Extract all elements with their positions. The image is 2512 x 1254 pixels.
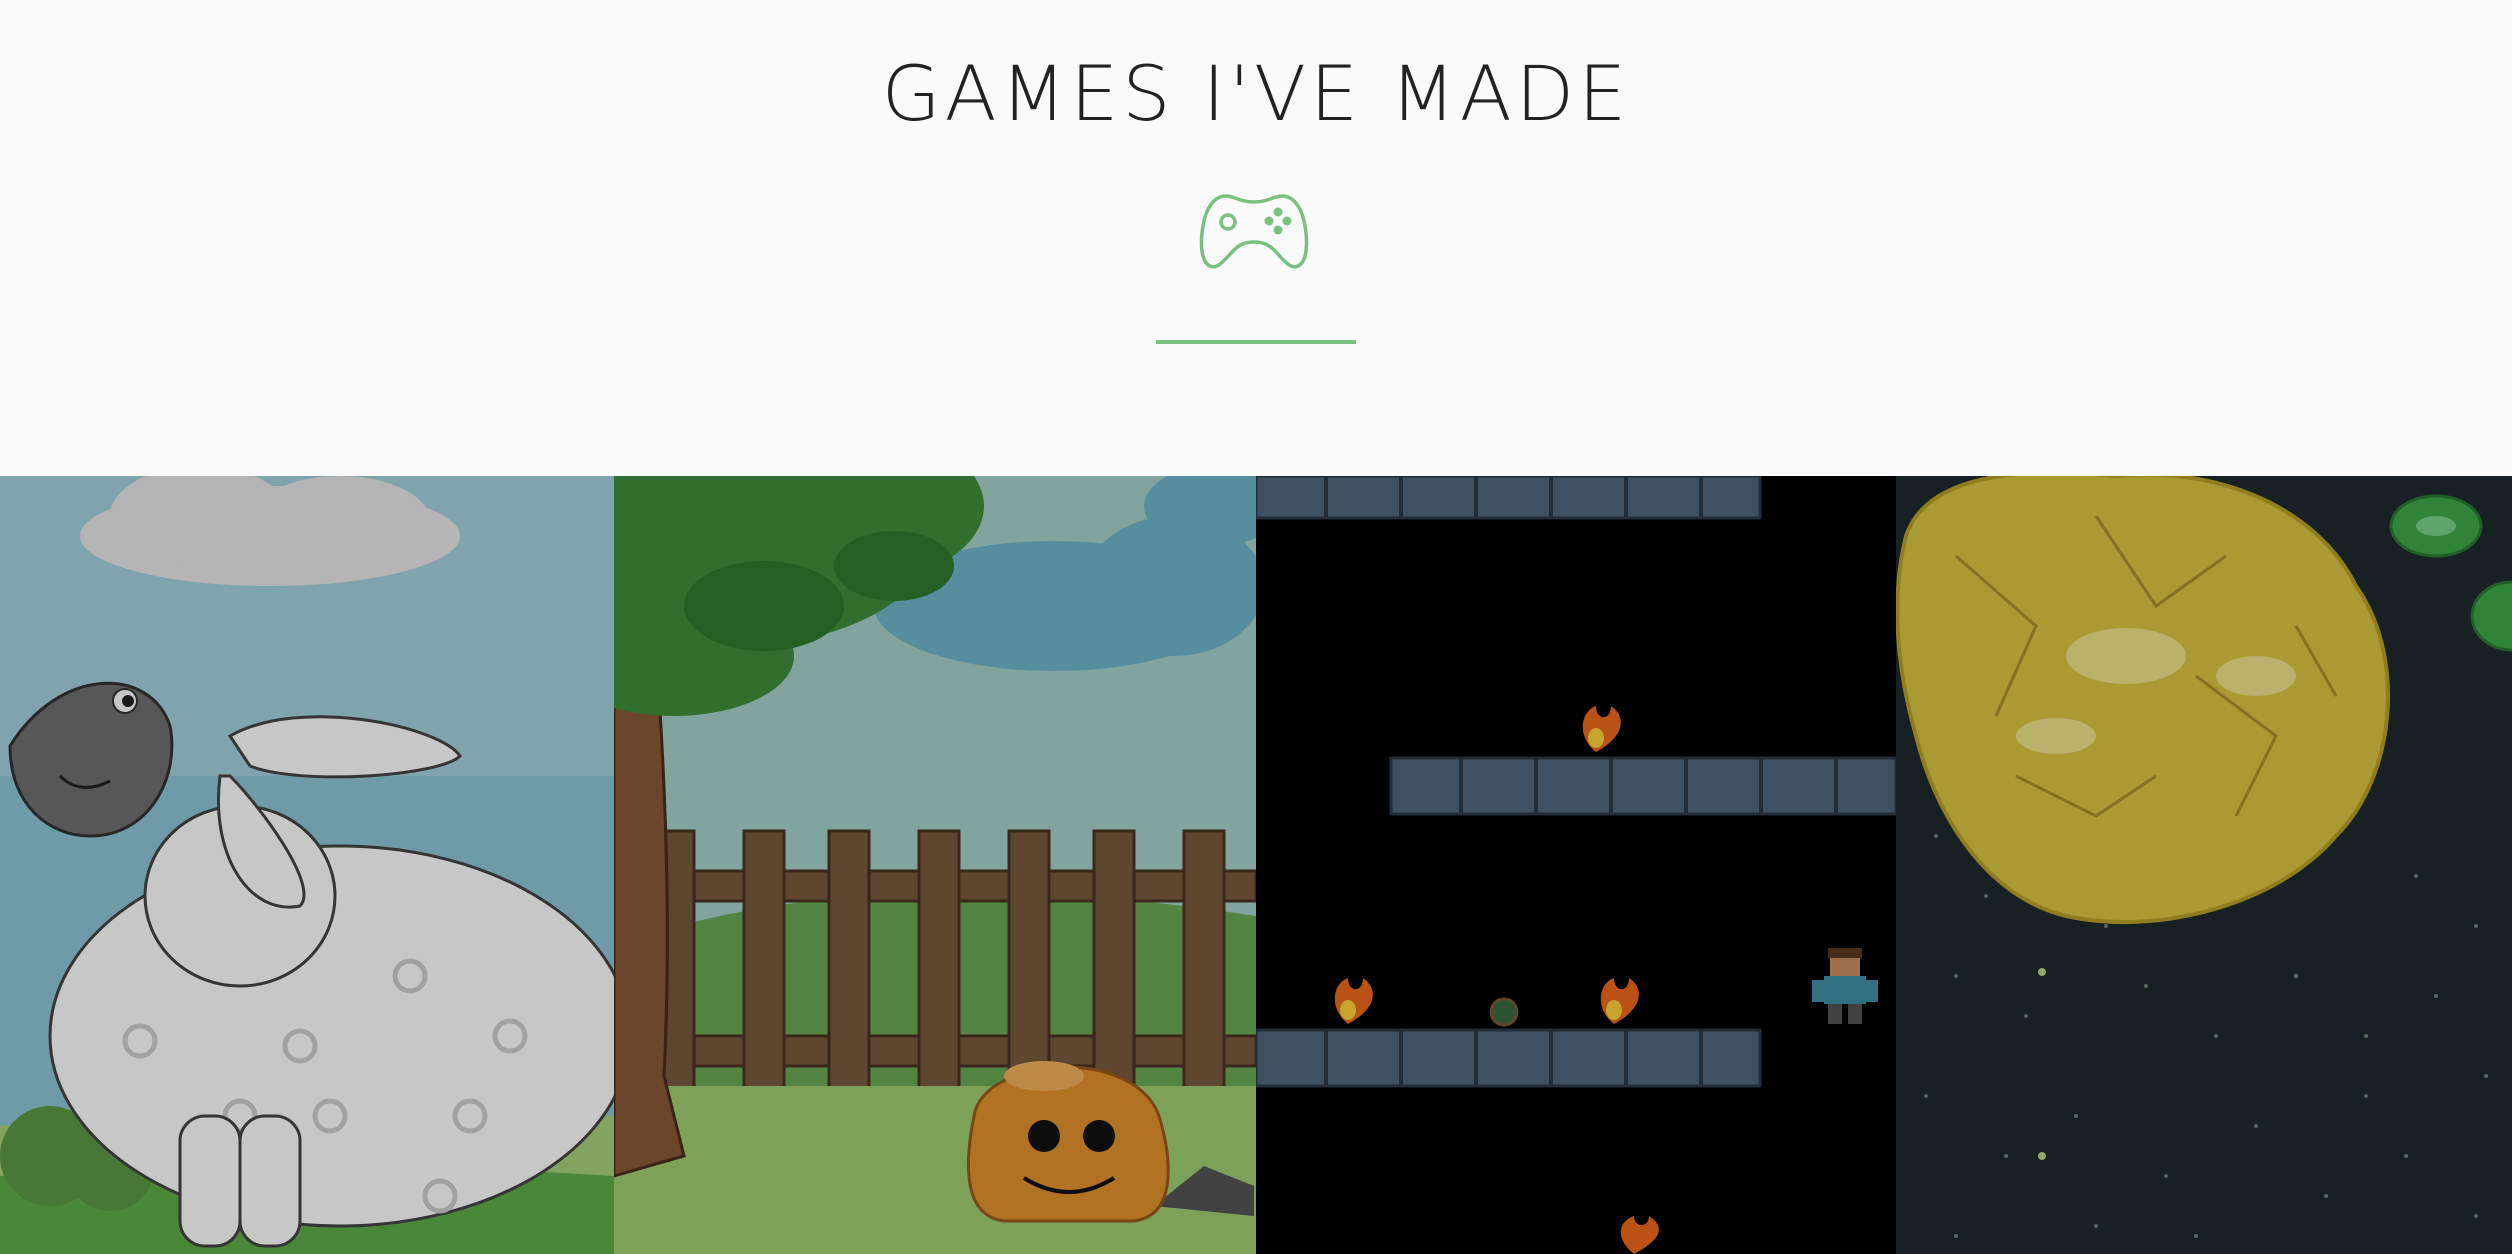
game-tile-slime[interactable]	[614, 476, 1256, 1254]
section-title: GAMES I'VE MADE	[881, 49, 1631, 138]
section-header: GAMES I'VE MADE	[0, 0, 2512, 476]
sheep-icon	[0, 476, 614, 1254]
game-tile-sheep[interactable]	[0, 476, 614, 1254]
game-tile-space[interactable]	[1896, 476, 2512, 1254]
gamepad-icon	[1199, 194, 1309, 269]
asteroid-icon	[1896, 476, 2512, 1254]
slime-icon	[614, 476, 1256, 1254]
platformer-icon	[1256, 476, 1896, 1254]
section-divider	[1156, 340, 1356, 344]
game-tile-platformer[interactable]	[1256, 476, 1896, 1254]
games-gallery	[0, 476, 2512, 1254]
